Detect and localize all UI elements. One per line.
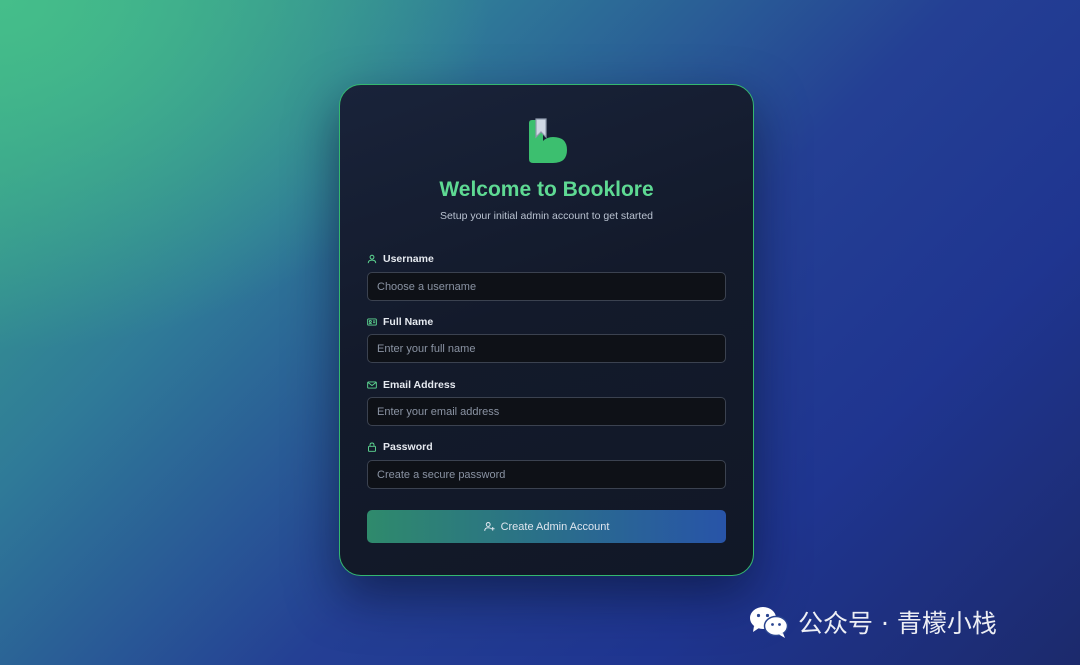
username-label: Username — [367, 253, 434, 265]
full-name-label: Full Name — [367, 316, 433, 328]
email-label-text: Email Address — [383, 379, 456, 391]
watermark-text: 公众号 · 青檬小栈 — [798, 609, 997, 638]
email-input[interactable] — [367, 397, 726, 426]
setup-card: Welcome to Booklore Setup your initial a… — [339, 84, 754, 576]
watermark: 公众号 · 青檬小栈 — [748, 604, 997, 640]
password-input[interactable] — [367, 460, 726, 489]
create-admin-account-button[interactable]: Create Admin Account — [367, 510, 726, 543]
wechat-icon — [750, 607, 789, 638]
user-plus-icon — [483, 522, 495, 531]
user-icon — [367, 254, 377, 264]
envelope-icon — [367, 381, 377, 389]
username-label-text: Username — [383, 253, 434, 265]
full-name-input[interactable] — [367, 334, 726, 363]
page-subtitle: Setup your initial admin account to get … — [439, 210, 654, 222]
create-admin-account-label: Create Admin Account — [500, 520, 610, 533]
password-label-text: Password — [383, 441, 433, 453]
id-card-icon — [367, 318, 377, 326]
lock-icon — [368, 442, 376, 452]
page-title: Welcome to Booklore — [439, 178, 654, 201]
full-name-label-text: Full Name — [383, 316, 434, 328]
booklore-logo-icon — [529, 118, 567, 163]
password-label: Password — [367, 441, 433, 453]
email-label: Email Address — [367, 379, 456, 391]
username-input[interactable] — [367, 272, 726, 301]
